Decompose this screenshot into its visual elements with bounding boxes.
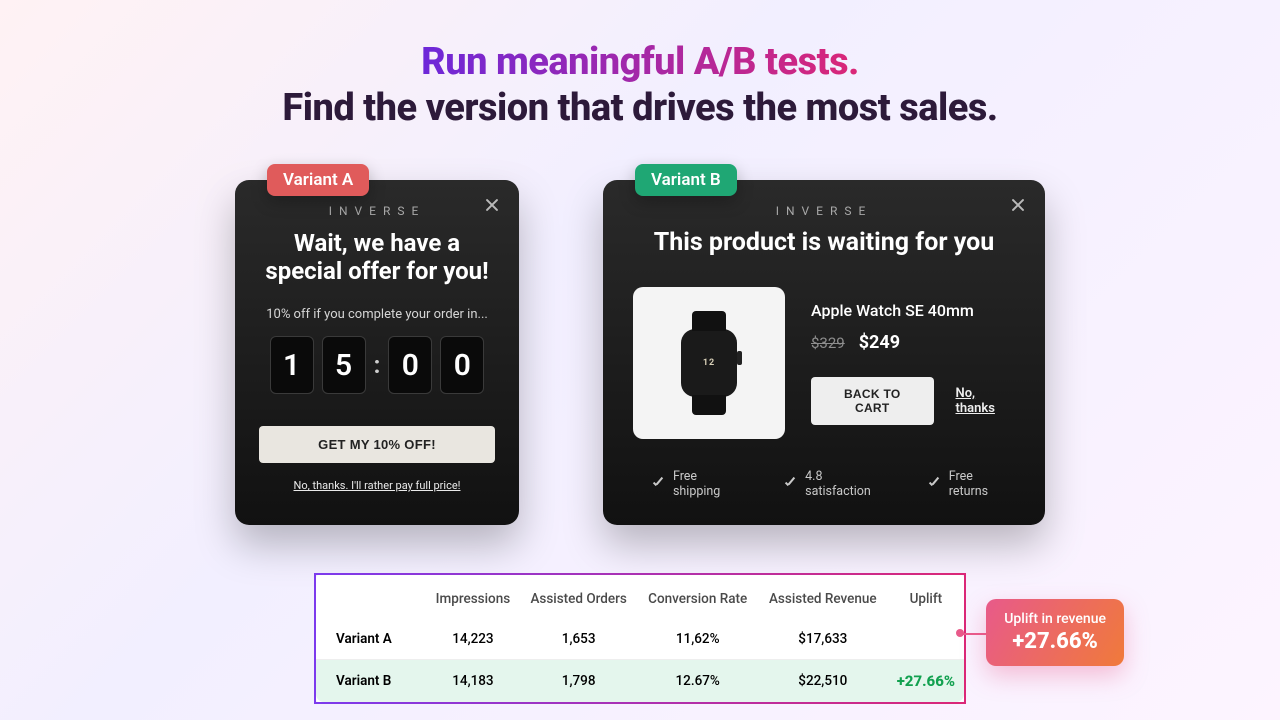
variant-b-title: This product is waiting for you (633, 228, 1015, 257)
cell-uplift: +27.66% (888, 660, 964, 703)
hero-title-1: Run meaningful A/B tests. (421, 40, 859, 84)
brand-logo: INVERSE (259, 204, 495, 218)
variant-a-badge: Variant A (267, 164, 369, 196)
countdown-timer: 1 5 : 0 0 (259, 336, 495, 394)
cell-assisted-revenue: $17,633 (758, 619, 888, 660)
brand-logo: INVERSE (633, 204, 1015, 218)
cell-uplift (888, 619, 964, 660)
decline-offer-link[interactable]: No, thanks. I'll rather pay full price! (259, 479, 495, 492)
timer-digit: 5 (322, 336, 366, 394)
uplift-callout: Uplift in revenue +27.66% (986, 599, 1124, 666)
hero-title-2: Find the version that drives the most sa… (0, 86, 1280, 130)
variant-a-card: Variant A INVERSE Wait, we have a specia… (235, 180, 519, 525)
feature-label: Free returns (949, 469, 1015, 499)
variant-a-subtext: 10% off if you complete your order in... (259, 307, 495, 322)
table-row: Variant A 14,223 1,653 11,62% $17,633 (316, 619, 964, 660)
cell-impressions: 14,183 (426, 660, 520, 703)
row-label: Variant A (316, 619, 426, 660)
watch-icon: 12 (681, 329, 737, 397)
col-assisted-revenue: Assisted Revenue (758, 589, 888, 619)
check-icon (783, 477, 797, 491)
back-to-cart-button[interactable]: BACK TO CART (811, 377, 934, 425)
col-uplift: Uplift (888, 589, 964, 619)
check-icon (927, 477, 941, 491)
check-icon (651, 477, 665, 491)
timer-digit: 0 (440, 336, 484, 394)
timer-digit: 1 (270, 336, 314, 394)
close-icon[interactable] (1007, 194, 1029, 216)
variant-b-card: Variant B INVERSE This product is waitin… (603, 180, 1045, 525)
close-icon[interactable] (481, 194, 503, 216)
table-row: Variant B 14,183 1,798 12.67% $22,510 +2… (316, 660, 964, 703)
callout-label: Uplift in revenue (1004, 611, 1106, 627)
cell-impressions: 14,223 (426, 619, 520, 660)
product-new-price: $249 (859, 332, 900, 353)
cell-assisted-revenue: $22,510 (758, 660, 888, 703)
col-assisted-orders: Assisted Orders (520, 589, 638, 619)
variant-a-title-line: Wait, we have a (294, 229, 460, 257)
feature-label: Free shipping (673, 469, 747, 499)
product-name: Apple Watch SE 40mm (811, 301, 1015, 320)
col-conversion-rate: Conversion Rate (637, 589, 757, 619)
cell-conversion-rate: 11,62% (637, 619, 757, 660)
cell-conversion-rate: 12.67% (637, 660, 757, 703)
col-impressions: Impressions (426, 589, 520, 619)
product-image: 12 (633, 287, 785, 439)
timer-digit: 0 (388, 336, 432, 394)
variant-b-badge: Variant B (635, 164, 737, 196)
callout-value: +27.66% (1004, 629, 1106, 654)
cell-assisted-orders: 1,653 (520, 619, 638, 660)
row-label: Variant B (316, 660, 426, 703)
timer-colon: : (374, 351, 381, 379)
product-old-price: $329 (811, 334, 845, 352)
decline-product-link[interactable]: No, thanks (956, 386, 1016, 416)
variant-a-title-line: special offer for you! (265, 257, 488, 285)
get-discount-button[interactable]: GET MY 10% OFF! (259, 426, 495, 463)
results-table: Impressions Assisted Orders Conversion R… (314, 573, 966, 704)
feature-label: 4.8 satisfaction (805, 469, 891, 499)
cell-assisted-orders: 1,798 (520, 660, 638, 703)
